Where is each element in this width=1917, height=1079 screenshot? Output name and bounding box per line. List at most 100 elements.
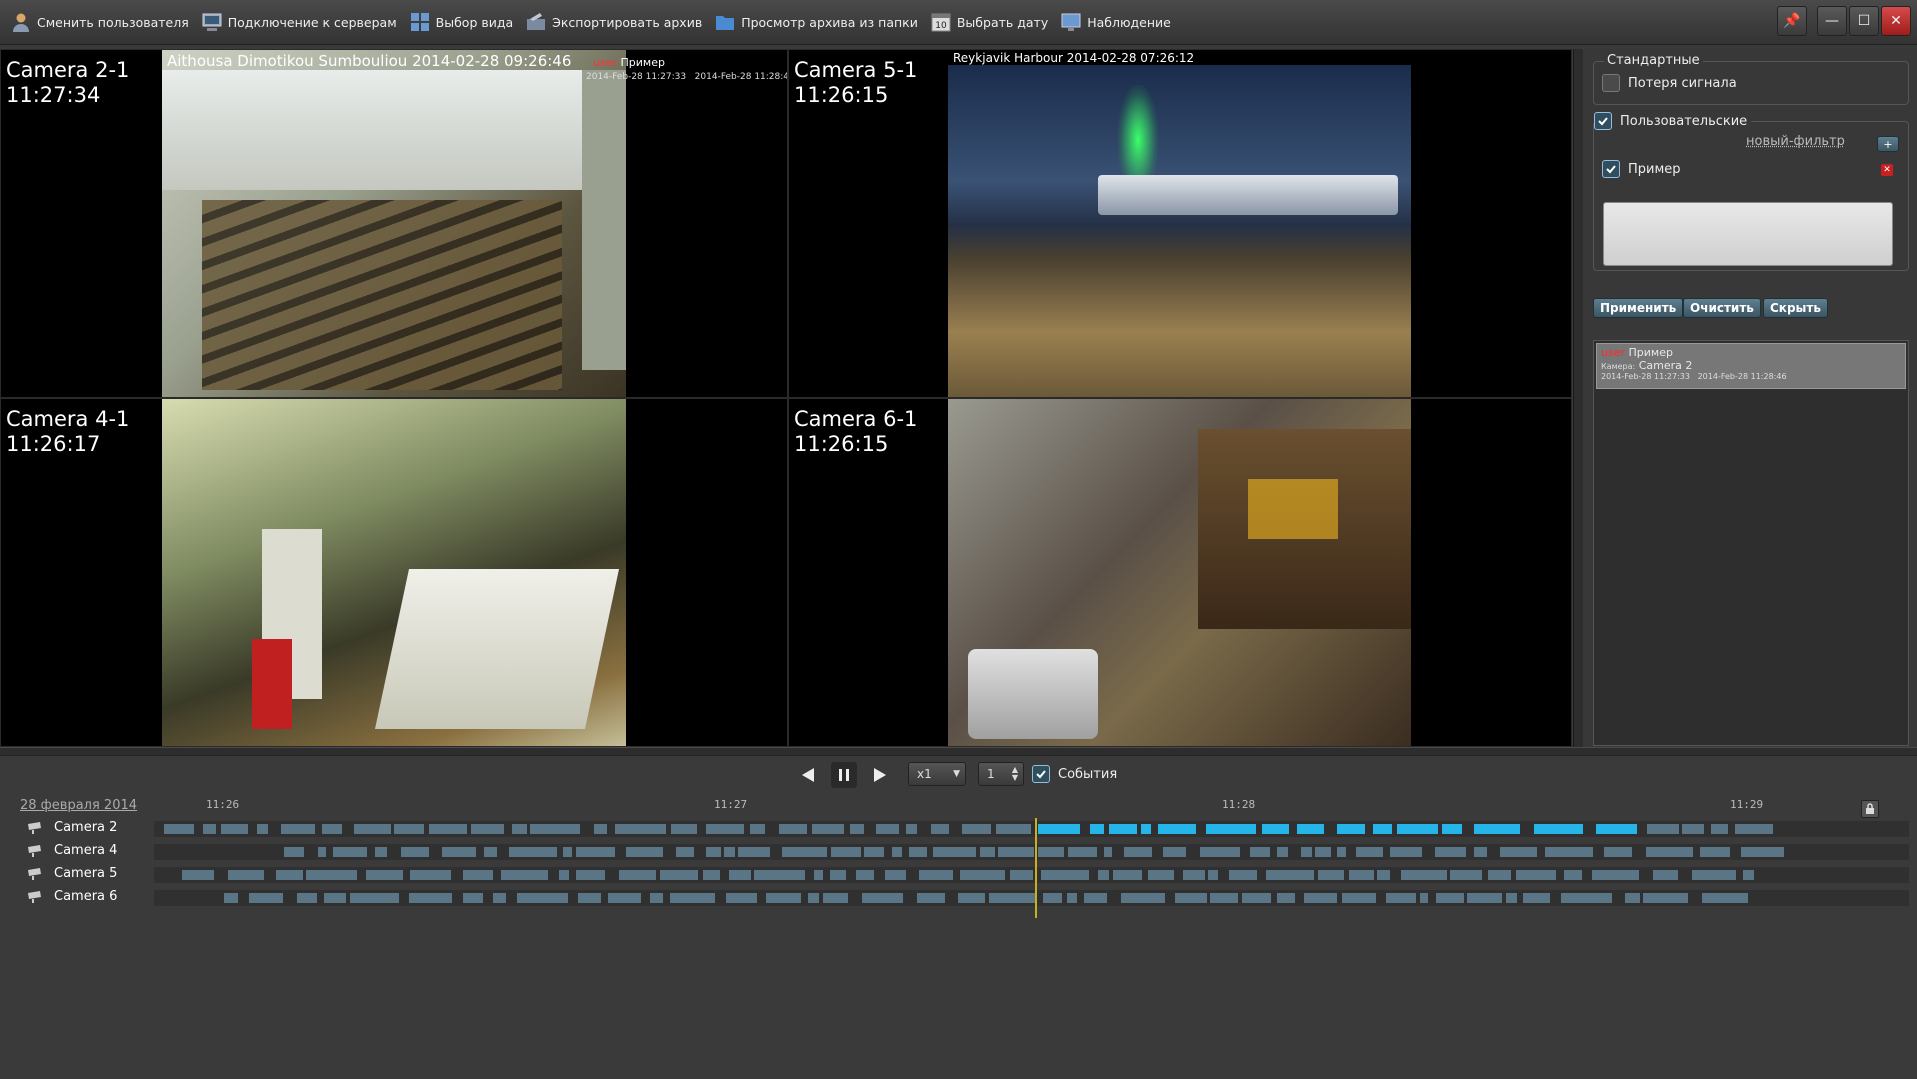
panel-splitter[interactable] (1573, 49, 1583, 747)
camera-time: 11:26:15 (794, 432, 889, 456)
recording-segment (221, 824, 248, 834)
server-connect-label: Подключение к серверам (227, 14, 397, 30)
recording-segment (729, 870, 751, 880)
video-frame (162, 50, 626, 397)
recording-segment (501, 870, 548, 880)
track-bar[interactable] (154, 867, 1909, 883)
chevron-down-icon: ▼ (953, 769, 960, 779)
recording-segment (1506, 893, 1517, 903)
recording-segment (931, 824, 949, 834)
select-date-button[interactable]: 10 Выбрать дату (926, 5, 1056, 39)
camera-cell-6-1[interactable]: Camera 6-1 11:26:15 (788, 398, 1572, 747)
recording-segment (754, 870, 805, 880)
camera-cell-5-1[interactable]: Camera 5-1 11:26:15 Reykjavik Harbour 201… (788, 49, 1572, 398)
layout-select-button[interactable]: Выбор вида (405, 5, 522, 39)
track-name: Camera 4 (54, 843, 118, 858)
track-label: Camera 5 (26, 866, 117, 881)
filter-expression-textarea[interactable] (1603, 202, 1893, 266)
minimize-button[interactable]: — (1817, 6, 1847, 36)
step-value: 1 (987, 767, 995, 781)
recording-segment (626, 847, 663, 857)
live-view-button[interactable]: Наблюдение (1056, 5, 1179, 39)
recording-segment (1337, 824, 1365, 834)
checkmark-icon (1606, 165, 1616, 174)
pause-button[interactable] (831, 762, 857, 788)
recording-segment (249, 893, 283, 903)
timeline-date-link[interactable]: 28 февраля 2014 (20, 798, 137, 813)
event-name: Пример (1628, 346, 1673, 359)
switch-user-button[interactable]: Сменить пользователя (6, 5, 197, 39)
checkmark-icon (1598, 117, 1608, 126)
hide-button[interactable]: Скрыть (1763, 298, 1828, 318)
speed-select[interactable]: x1 ▼ (908, 762, 966, 786)
export-archive-button[interactable]: Экспортировать архив (521, 5, 710, 39)
play-forward-button[interactable] (867, 762, 893, 788)
events-checkbox[interactable] (1032, 765, 1050, 783)
track-row-camera-5: Camera 5 (0, 864, 1917, 886)
events-toggle: События (1032, 765, 1117, 783)
recording-segment (619, 870, 656, 880)
events-filter-panel: Стандартные Потеря сигнала Пользовательс… (1583, 49, 1917, 749)
recording-segment (1356, 847, 1383, 857)
signal-loss-checkbox[interactable] (1602, 74, 1620, 92)
close-button[interactable]: ✕ (1881, 6, 1911, 36)
recording-segment (830, 870, 846, 880)
camera-cell-2-1[interactable]: Camera 2-1 11:27:34 Aithousa Dimotikou Su… (0, 49, 788, 398)
timeline-cursor[interactable] (1035, 818, 1037, 918)
recording-segment (1450, 870, 1482, 880)
filter-item-checkbox[interactable] (1602, 160, 1620, 178)
recording-segment (471, 824, 504, 834)
step-back-button[interactable] (795, 762, 821, 788)
track-bar[interactable] (154, 821, 1909, 837)
recording-segment (608, 893, 641, 903)
playback-controls: x1 ▼ 1 ▲ ▼ События (0, 756, 1917, 792)
camera-icon (28, 844, 41, 857)
camera-cell-4-1[interactable]: Camera 4-1 11:26:17 (0, 398, 788, 747)
pause-icon (839, 769, 849, 781)
recording-segment (1435, 847, 1466, 857)
recording-segment (750, 824, 765, 834)
track-label: Camera 2 (26, 820, 117, 835)
recording-segment (1277, 893, 1295, 903)
recording-segment (1488, 870, 1511, 880)
camera-icon (28, 890, 41, 903)
event-start-time: 2014-Feb-28 11:27:33 (1601, 372, 1690, 381)
recording-segment (1692, 870, 1736, 880)
live-view-label: Наблюдение (1087, 14, 1171, 30)
apply-button[interactable]: Применить (1593, 298, 1684, 318)
calendar-icon: 10 (931, 13, 951, 32)
window-controls: 📌 — ☐ ✕ (1777, 6, 1911, 36)
signal-loss-label: Потеря сигнала (1628, 75, 1737, 91)
recording-segment (224, 893, 238, 903)
clear-button[interactable]: Очистить (1683, 298, 1761, 318)
pin-button[interactable]: 📌 (1777, 6, 1807, 36)
delete-filter-icon[interactable]: ✕ (1881, 164, 1893, 176)
event-list-item[interactable]: user Пример Камера: Camera 2 2014-Feb-28… (1596, 343, 1906, 389)
recording-segment (1420, 893, 1428, 903)
maximize-button[interactable]: ☐ (1849, 6, 1879, 36)
new-filter-link[interactable]: новый-фильтр (1746, 134, 1845, 149)
horizontal-splitter[interactable] (0, 747, 1917, 756)
step-spinbox[interactable]: 1 ▲ ▼ (978, 762, 1024, 786)
recording-segment (703, 870, 720, 880)
play-backward-icon (802, 768, 814, 782)
recording-segment (1596, 824, 1637, 834)
recording-segment (1200, 847, 1240, 857)
recording-segment (856, 870, 874, 880)
add-filter-button[interactable]: + (1877, 136, 1899, 152)
recording-segment (578, 893, 601, 903)
track-bar[interactable] (154, 844, 1909, 860)
recording-segment (1229, 870, 1257, 880)
recording-segment (1592, 870, 1639, 880)
camera-label: Camera 2-1 11:27:34 (6, 58, 129, 108)
event-overlay-name: Пример (620, 56, 665, 69)
track-bar[interactable] (154, 890, 1909, 906)
camera-name: Camera 2-1 (6, 58, 130, 82)
server-connect-button[interactable]: Подключение к серверам (197, 5, 405, 39)
custom-filters-checkbox[interactable] (1594, 112, 1612, 130)
recording-segment (463, 893, 483, 903)
recording-segment (1735, 824, 1773, 834)
lock-icon[interactable] (1861, 800, 1879, 818)
recording-segment (1646, 847, 1693, 857)
browse-folder-archive-button[interactable]: Просмотр архива из папки (710, 5, 926, 39)
